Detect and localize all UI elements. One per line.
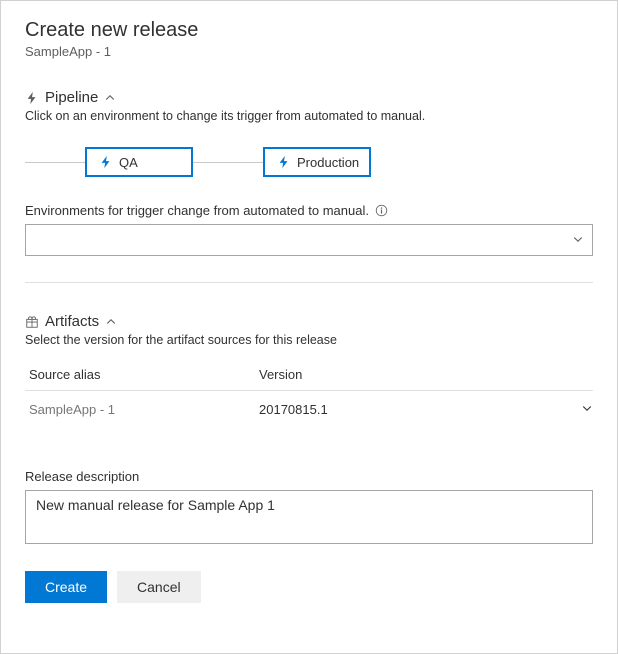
artifacts-header-row: Source alias Version bbox=[25, 361, 593, 391]
artifacts-section-title: Artifacts bbox=[45, 313, 99, 330]
stage-production[interactable]: Production bbox=[263, 147, 371, 177]
lightning-auto-icon bbox=[99, 155, 113, 169]
artifact-alias: SampleApp - 1 bbox=[29, 402, 259, 417]
pipeline-description: Click on an environment to change its tr… bbox=[25, 109, 593, 123]
artifact-version-value: 20170815.1 bbox=[259, 402, 328, 417]
artifacts-section-toggle[interactable]: Artifacts bbox=[25, 313, 593, 330]
chevron-down-icon bbox=[581, 401, 593, 417]
artifact-version-dropdown[interactable]: 20170815.1 bbox=[259, 401, 593, 417]
release-description-label: Release description bbox=[25, 469, 593, 484]
artifacts-description: Select the version for the artifact sour… bbox=[25, 333, 593, 347]
create-button[interactable]: Create bbox=[25, 571, 107, 603]
lightning-auto-icon bbox=[277, 155, 291, 169]
section-divider bbox=[25, 282, 593, 283]
column-source-alias: Source alias bbox=[29, 367, 259, 382]
pipeline-section-title: Pipeline bbox=[45, 89, 98, 106]
chevron-up-icon bbox=[105, 316, 117, 328]
create-release-panel: Create new release SampleApp - 1 Pipelin… bbox=[0, 0, 618, 654]
pipeline-section-toggle[interactable]: Pipeline bbox=[25, 89, 593, 106]
column-version: Version bbox=[259, 367, 593, 382]
chevron-down-icon bbox=[572, 232, 584, 248]
page-subtitle: SampleApp - 1 bbox=[25, 44, 593, 59]
pipeline-connector bbox=[25, 162, 85, 163]
pipeline-section: Pipeline Click on an environment to chan… bbox=[25, 89, 593, 283]
artifacts-table: Source alias Version SampleApp - 1 20170… bbox=[25, 361, 593, 427]
pipeline-diagram: QA Production bbox=[25, 147, 593, 177]
stage-qa[interactable]: QA bbox=[85, 147, 193, 177]
artifacts-section: Artifacts Select the version for the art… bbox=[25, 313, 593, 427]
pipeline-connector bbox=[193, 162, 263, 163]
release-description-input[interactable] bbox=[25, 490, 593, 544]
chevron-up-icon bbox=[104, 92, 116, 104]
info-icon[interactable] bbox=[375, 204, 388, 217]
stage-label: QA bbox=[119, 155, 138, 170]
stage-label: Production bbox=[297, 155, 359, 170]
cancel-button[interactable]: Cancel bbox=[117, 571, 201, 603]
page-title: Create new release bbox=[25, 19, 593, 42]
lightning-icon bbox=[25, 91, 39, 105]
environments-dropdown[interactable] bbox=[25, 224, 593, 256]
gift-icon bbox=[25, 315, 39, 329]
environments-label: Environments for trigger change from aut… bbox=[25, 203, 593, 218]
button-row: Create Cancel bbox=[25, 571, 593, 603]
artifact-row: SampleApp - 1 20170815.1 bbox=[25, 391, 593, 427]
